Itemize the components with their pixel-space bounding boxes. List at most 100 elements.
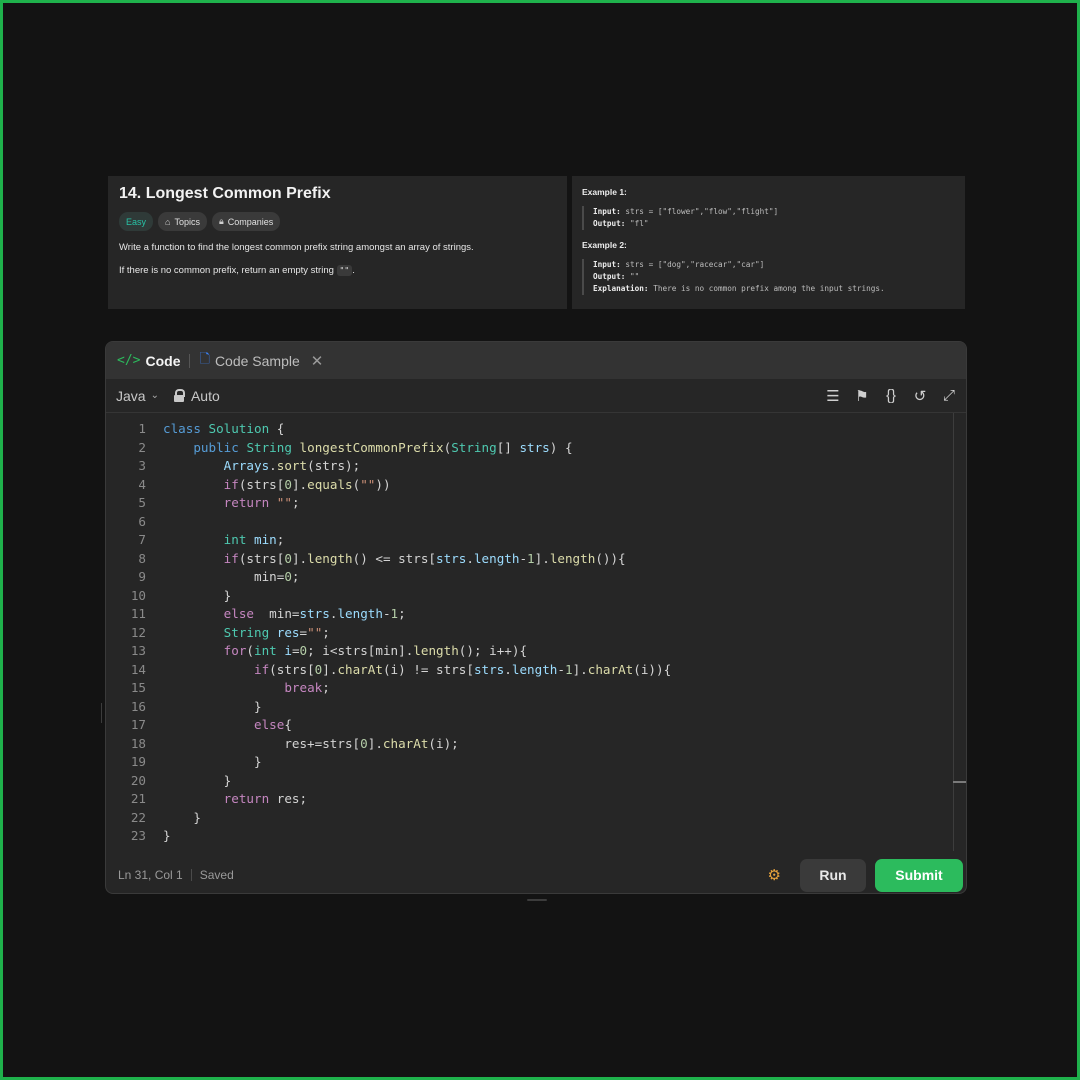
- braces-icon[interactable]: {}: [883, 387, 899, 404]
- code-line: 15 break;: [106, 679, 966, 698]
- code-line: 4 if(strs[0].equals("")): [106, 476, 966, 495]
- code-line: 13 for(int i=0; i<strs[min].length(); i+…: [106, 642, 966, 661]
- horizontal-resize-handle[interactable]: [527, 899, 547, 901]
- problem-tags: Easy ⌂ Topics 🔒︎ Companies: [119, 212, 556, 231]
- code-line: 21 return res;: [106, 790, 966, 809]
- companies-label: Companies: [227, 216, 274, 227]
- code-line: 19 }: [106, 753, 966, 772]
- reset-icon[interactable]: ↺: [912, 387, 928, 405]
- output-value: "fl": [630, 219, 649, 228]
- example-2-title: Example 2:: [582, 240, 627, 250]
- line-number: 3: [138, 458, 146, 473]
- auto-mode-label: Auto: [190, 387, 220, 404]
- line-number: 7: [138, 532, 146, 547]
- line-number: 20: [130, 772, 146, 788]
- input-value: strs = ["flower","flow","flight"]: [625, 207, 779, 216]
- tab-code-sample-label: Code Sample: [214, 352, 300, 369]
- topics-label: Topics: [174, 216, 200, 227]
- code-line: 8 if(strs[0].length() <= strs[strs.lengt…: [106, 550, 966, 569]
- debug-icon[interactable]: ⚙: [768, 866, 781, 884]
- input-label: Input:: [593, 207, 621, 216]
- code-line: 17 else{: [106, 716, 966, 735]
- companies-tag[interactable]: 🔒︎ Companies: [211, 212, 281, 231]
- language-label: Java: [116, 387, 146, 404]
- code-icon: </>: [117, 353, 141, 368]
- problem-title: 14. Longest Common Prefix: [119, 185, 331, 202]
- explanation-label: Explanation:: [593, 284, 649, 293]
- tab-code-sample[interactable]: 🗋︎ Code Sample ✕: [199, 350, 323, 372]
- example-2-block: Input: strs = ["dog","racecar","car"] Ou…: [582, 259, 955, 295]
- expand-icon[interactable]: ⤢: [941, 387, 957, 404]
- line-number: 9: [138, 569, 146, 584]
- line-number: 15: [130, 680, 146, 695]
- example-2-explanation: Explanation: There is no common prefix a…: [593, 283, 955, 295]
- tab-code-label: Code: [145, 352, 181, 369]
- topics-tag[interactable]: ⌂ Topics: [158, 212, 207, 231]
- line-number: 16: [130, 698, 146, 714]
- code-line: 5 return "";: [106, 494, 966, 513]
- output-label: Output:: [593, 219, 626, 228]
- problem-note: If there is no common prefix, return an …: [119, 265, 556, 276]
- empty-string-code: "": [336, 265, 353, 276]
- line-number: 19: [130, 754, 146, 769]
- tab-code[interactable]: </> Code: [117, 353, 180, 369]
- problem-note-end: .: [352, 265, 355, 276]
- example-2-output: Output: "": [593, 271, 955, 283]
- code-line: 9 min=0;: [106, 568, 966, 587]
- line-number: 18: [130, 735, 146, 751]
- lock-icon: 🔒︎: [218, 216, 224, 226]
- auto-mode-toggle[interactable]: Auto: [173, 388, 220, 404]
- cursor-position: Ln 31, Col 1: [118, 868, 183, 882]
- code-line: 2 public String longestCommonPrefix(Stri…: [106, 439, 966, 458]
- chevron-down-icon: ⌄: [150, 390, 159, 401]
- line-number: 17: [130, 717, 146, 732]
- code-line: 23}: [106, 827, 966, 846]
- line-number: 2: [138, 439, 146, 455]
- editor-status-bar: Ln 31, Col 1 Saved ⚙ Run Submit: [106, 857, 966, 893]
- code-line: 7 int min;: [106, 531, 966, 550]
- problem-description-panel: 14. Longest Common Prefix Easy ⌂ Topics …: [108, 176, 567, 309]
- run-button[interactable]: Run: [800, 858, 866, 892]
- output-value: "": [630, 272, 640, 281]
- vertical-scrollbar[interactable]: [953, 413, 954, 851]
- line-number: 8: [138, 550, 146, 566]
- bookmark-icon[interactable]: ⚑: [854, 387, 870, 405]
- difficulty-badge[interactable]: Easy: [119, 212, 154, 231]
- scrollbar-thumb[interactable]: [953, 781, 966, 783]
- code-editor-panel: </> Code 🗋︎ Code Sample ✕ Java ⌄ Auto ☰ …: [105, 341, 967, 894]
- line-number: 6: [138, 513, 146, 529]
- submit-button[interactable]: Submit: [875, 858, 963, 892]
- line-number: 13: [130, 643, 146, 658]
- example-1-block: Input: strs = ["flower","flow","flight"]…: [582, 206, 955, 230]
- line-number: 10: [130, 587, 146, 603]
- save-status: Saved: [199, 868, 234, 882]
- line-number: 1: [138, 421, 146, 436]
- status-divider: [190, 869, 192, 881]
- input-value: strs = ["dog","racecar","car"]: [625, 260, 765, 269]
- problem-note-text: If there is no common prefix, return an …: [119, 265, 337, 276]
- code-area[interactable]: 1 class Solution { 2 public String longes…: [106, 413, 966, 868]
- example-1-title: Example 1:: [582, 187, 627, 197]
- language-select[interactable]: Java ⌄: [116, 388, 159, 404]
- line-number: 4: [138, 476, 146, 492]
- file-icon: 🗋︎: [199, 350, 210, 366]
- tag-icon: ⌂: [165, 216, 171, 227]
- editor-toolbar: Java ⌄ Auto ☰ ⚑ {} ↺ ⤢: [106, 379, 966, 413]
- code-line: 11 else min=strs.length-1;: [106, 605, 966, 624]
- line-number: 11: [130, 606, 146, 621]
- example-2-input: Input: strs = ["dog","racecar","car"]: [593, 259, 955, 271]
- tab-divider: [189, 353, 191, 368]
- output-label: Output:: [593, 272, 626, 281]
- close-icon[interactable]: ✕: [311, 352, 324, 370]
- line-number: 22: [130, 809, 146, 825]
- vertical-resize-handle[interactable]: [101, 703, 102, 723]
- line-number: 14: [130, 661, 146, 677]
- examples-panel: Example 1: Input: strs = ["flower","flow…: [572, 176, 965, 309]
- line-number: 23: [130, 828, 146, 843]
- input-label: Input:: [593, 260, 621, 269]
- code-line: 16 }: [106, 698, 966, 717]
- code-line: 3 Arrays.sort(strs);: [106, 457, 966, 476]
- format-icon[interactable]: ☰: [825, 387, 841, 405]
- line-number: 12: [130, 624, 146, 640]
- code-line: 6: [106, 513, 966, 532]
